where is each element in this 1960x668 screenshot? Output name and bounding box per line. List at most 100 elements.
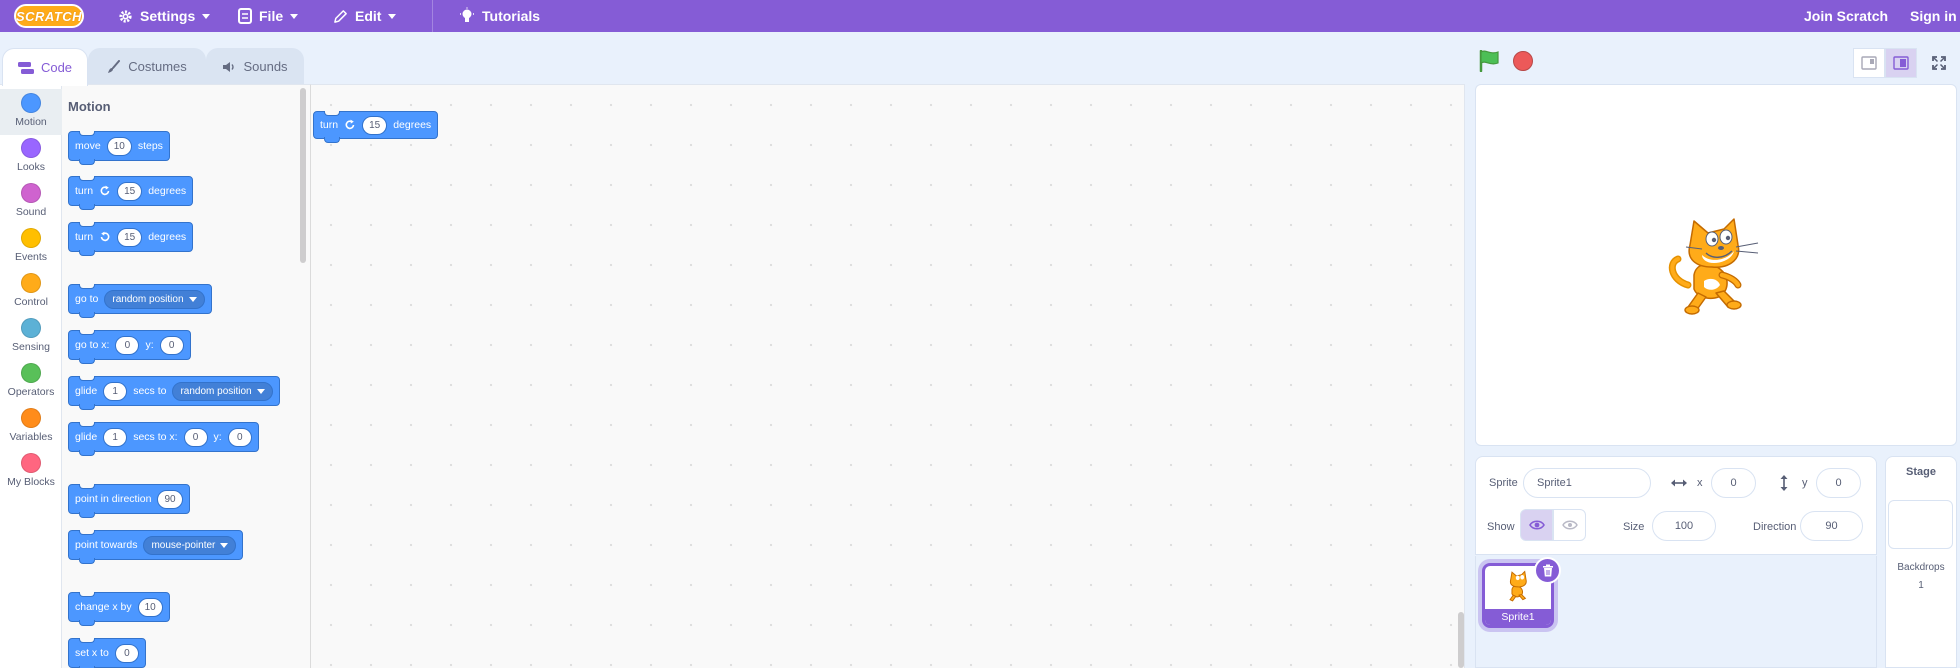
chevron-down-icon	[220, 542, 229, 548]
code-blocks-icon	[17, 61, 34, 74]
edit-label: Edit	[355, 8, 382, 24]
target-dropdown[interactable]: random position	[104, 289, 205, 309]
green-flag-icon[interactable]	[1478, 50, 1502, 72]
block-text: turn	[75, 231, 94, 243]
tab-sounds[interactable]: Sounds	[206, 48, 304, 84]
block-glide-to[interactable]: glide 1 secs to random position	[68, 376, 280, 410]
gear-icon	[119, 9, 132, 23]
hide-sprite-button[interactable]	[1553, 509, 1586, 541]
degrees-input[interactable]: 15	[117, 181, 143, 201]
script-workspace[interactable]: turn 15 degrees	[311, 84, 1465, 668]
block-text: steps	[137, 140, 163, 152]
x-input[interactable]: 0	[114, 643, 139, 663]
small-stage-button[interactable]	[1853, 48, 1885, 78]
steps-input[interactable]: 10	[106, 136, 132, 156]
block-go-to[interactable]: go to random position	[68, 284, 212, 318]
category-dot-icon	[21, 93, 41, 113]
direction-input[interactable]: 90	[157, 489, 183, 509]
tab-costumes[interactable]: Costumes	[88, 48, 206, 84]
y-position-input[interactable]: 0	[1816, 468, 1861, 498]
sign-in-link[interactable]: Sign in	[1910, 0, 1957, 32]
category-label: Looks	[16, 161, 46, 173]
secs-input[interactable]: 1	[103, 381, 128, 401]
block-palette: Motion move 10 steps turn 15 degrees tur…	[62, 84, 311, 668]
stage-thumbnail[interactable]	[1888, 500, 1953, 549]
block-text: secs to x:	[133, 431, 178, 443]
tutorials-button[interactable]: Tutorials	[459, 0, 540, 32]
menu-bar: SCRATCH Settings File Edit Tutorials Joi…	[0, 0, 1960, 32]
y-input[interactable]: 0	[159, 335, 184, 355]
join-scratch-link[interactable]: Join Scratch	[1804, 0, 1888, 32]
category-control[interactable]: Control	[0, 269, 62, 315]
rotate-left-icon	[100, 231, 110, 242]
block-turn-right[interactable]: turn 15 degrees	[68, 176, 194, 210]
block-set-x[interactable]: set x to 0	[68, 638, 146, 668]
chevron-down-icon	[202, 13, 211, 19]
x-input[interactable]: 0	[183, 427, 208, 447]
workspace-scrollbar[interactable]	[1458, 612, 1464, 668]
file-menu[interactable]: File	[238, 0, 299, 32]
block-go-to-xy[interactable]: go to x: 0 y: 0	[68, 330, 191, 364]
dropdown-value: random position	[112, 293, 184, 305]
palette-scrollbar[interactable]	[300, 88, 306, 263]
settings-menu[interactable]: Settings	[118, 0, 211, 32]
category-sensing[interactable]: Sensing	[0, 314, 62, 360]
direction-input[interactable]: 90	[1800, 511, 1863, 541]
block-point-direction[interactable]: point in direction 90	[68, 484, 190, 518]
category-label: Events	[14, 251, 48, 263]
block-turn-left[interactable]: turn 15 degrees	[68, 222, 194, 256]
category-label: Control	[14, 296, 48, 308]
target-dropdown[interactable]: mouse-pointer	[143, 535, 237, 555]
workspace-block-turn-right[interactable]: turn 15 degrees	[313, 111, 439, 143]
show-sprite-button[interactable]	[1520, 509, 1553, 541]
target-dropdown[interactable]: random position	[172, 381, 273, 401]
normal-stage-button[interactable]	[1885, 48, 1917, 78]
x-position-input[interactable]: 0	[1711, 468, 1756, 498]
category-dot-icon	[21, 408, 41, 428]
category-operators[interactable]: Operators	[0, 359, 62, 405]
block-text: turn	[75, 185, 94, 197]
file-icon	[238, 8, 252, 24]
category-dot-icon	[21, 228, 41, 248]
block-text: y:	[145, 339, 154, 351]
y-input[interactable]: 0	[227, 427, 252, 447]
category-events[interactable]: Events	[0, 224, 62, 270]
degrees-input[interactable]: 15	[117, 227, 143, 247]
category-motion[interactable]: Motion	[0, 89, 62, 135]
fullscreen-icon	[1932, 56, 1946, 70]
category-variables[interactable]: Variables	[0, 404, 62, 450]
block-text: glide	[75, 431, 98, 443]
category-sound[interactable]: Sound	[0, 179, 62, 225]
block-point-towards[interactable]: point towards mouse-pointer	[68, 530, 244, 564]
block-text: move	[75, 140, 101, 152]
rotate-right-icon	[100, 185, 110, 196]
block-text: degrees	[148, 231, 187, 243]
block-text: degrees	[148, 185, 187, 197]
category-dot-icon	[21, 318, 41, 338]
category-looks[interactable]: Looks	[0, 134, 62, 180]
secs-input[interactable]: 1	[103, 427, 128, 447]
paintbrush-icon	[108, 59, 121, 73]
delete-sprite-button[interactable]	[1534, 557, 1561, 584]
degrees-input[interactable]: 15	[362, 115, 388, 135]
category-my-blocks[interactable]: My Blocks	[0, 449, 62, 495]
block-move-steps[interactable]: move 10 steps	[68, 131, 170, 165]
menu-divider	[432, 0, 433, 32]
fullscreen-button[interactable]	[1923, 48, 1955, 78]
block-glide-xy[interactable]: glide 1 secs to x: 0 y: 0	[68, 422, 259, 456]
size-input[interactable]: 100	[1652, 511, 1716, 541]
scratch-logo[interactable]: SCRATCH	[14, 4, 84, 28]
stop-icon[interactable]	[1513, 51, 1533, 71]
sprite-name-input[interactable]: Sprite1	[1523, 468, 1651, 498]
block-change-x[interactable]: change x by 10	[68, 592, 170, 626]
cat-sprite-icon[interactable]	[1666, 215, 1766, 320]
stage-canvas[interactable]	[1475, 84, 1957, 446]
direction-label: Direction	[1753, 521, 1797, 533]
edit-menu[interactable]: Edit	[333, 0, 397, 32]
category-label: Operators	[7, 386, 55, 398]
block-text: point in direction	[75, 493, 152, 505]
tab-code[interactable]: Code	[2, 48, 88, 86]
x-change-input[interactable]: 10	[137, 597, 163, 617]
tutorials-label: Tutorials	[482, 8, 541, 24]
x-input[interactable]: 0	[115, 335, 140, 355]
